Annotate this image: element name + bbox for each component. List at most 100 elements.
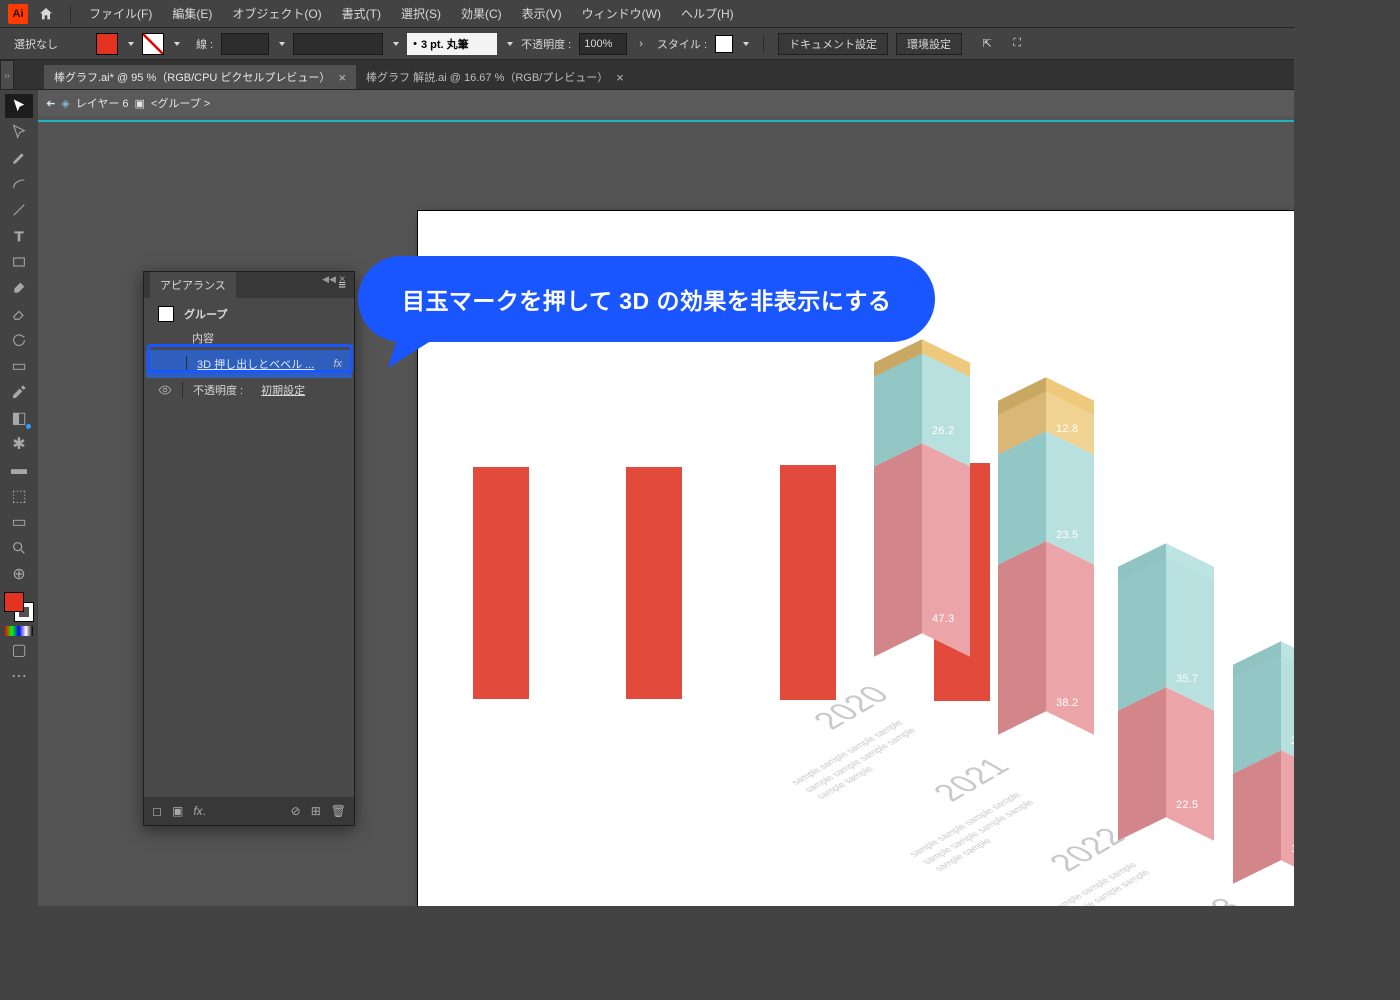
menu-window[interactable]: ウィンドウ(W) xyxy=(574,1,669,26)
appearance-effect-row[interactable]: 3D 押し出しとベベル ... fx xyxy=(148,352,350,376)
visibility-eye-icon[interactable] xyxy=(158,383,172,397)
appearance-opacity-row[interactable]: 不透明度 : 初期設定 xyxy=(144,378,354,402)
panel-collapse-icon[interactable]: ◀◀ ✕ xyxy=(322,274,346,285)
menu-file[interactable]: ファイル(F) xyxy=(81,1,160,26)
brush-preset[interactable]: • 3 pt. 丸筆 xyxy=(407,33,497,55)
visibility-eye-icon[interactable] xyxy=(162,357,176,371)
appearance-target: グループ xyxy=(144,302,354,326)
symbol-sprayer-tool[interactable]: ✱ xyxy=(5,432,33,456)
opacity-label: 不透明度 : xyxy=(521,36,571,52)
panel-collapse-icon[interactable]: ›› xyxy=(0,60,14,90)
curvature-tool[interactable] xyxy=(5,172,33,196)
selection-tool[interactable] xyxy=(5,94,33,118)
gradient-tool[interactable]: ▬ xyxy=(5,458,33,482)
line-tool[interactable] xyxy=(5,198,33,222)
pen-tool[interactable] xyxy=(5,146,33,170)
chevron-down-icon[interactable] xyxy=(279,42,285,46)
document-tab[interactable]: 棒グラフ.ai* @ 95 %（RGB/CPU ピクセルプレビュー） × xyxy=(44,65,356,89)
style-label: スタイル : xyxy=(657,36,707,52)
category-label: 2023 xyxy=(1158,893,1252,906)
hand-tool[interactable]: ⊕ xyxy=(5,562,33,586)
zoom-tool[interactable] xyxy=(5,536,33,560)
paintbrush-tool[interactable] xyxy=(5,276,33,300)
chevron-down-icon[interactable] xyxy=(128,42,134,46)
close-icon[interactable]: × xyxy=(338,70,346,85)
duplicate-icon[interactable]: ⊞ xyxy=(311,804,321,818)
separator xyxy=(763,35,764,53)
direct-selection-tool[interactable] xyxy=(5,120,33,144)
value-label: 20.1 xyxy=(1291,735,1294,747)
clear-appearance-icon[interactable]: ⊘ xyxy=(291,804,301,818)
menu-view[interactable]: 表示(V) xyxy=(514,1,570,26)
artboard-tool[interactable]: ▭ xyxy=(5,510,33,534)
rotate-tool[interactable] xyxy=(5,328,33,352)
app-logo: Ai xyxy=(8,4,28,24)
target-icon[interactable]: ▣ xyxy=(135,97,145,110)
appearance-panel[interactable]: ◀◀ ✕ アピアランス ≡ グループ 内容 3D 押し出しとベベル ... fx xyxy=(143,271,355,826)
chevron-down-icon[interactable] xyxy=(174,42,180,46)
bar-2d[interactable] xyxy=(780,465,836,700)
color-mode-bar[interactable] xyxy=(5,626,33,636)
transform-icon[interactable]: ⛶ xyxy=(1006,33,1028,55)
menu-help[interactable]: ヘルプ(H) xyxy=(673,1,742,26)
value-label: 47.3 xyxy=(932,613,954,625)
layers-icon[interactable]: ◈ xyxy=(61,97,69,110)
fill-stroke-control[interactable] xyxy=(4,592,34,622)
stroke-weight-input[interactable] xyxy=(221,33,269,55)
guide-line xyxy=(38,120,1294,122)
value-label: 26.2 xyxy=(932,425,954,437)
axis-caption: sample sample sample sample sample sampl… xyxy=(905,790,1050,874)
eyedropper-tool[interactable] xyxy=(5,380,33,404)
document-setup-button[interactable]: ドキュメント設定 xyxy=(778,33,888,55)
value-label: 23.5 xyxy=(1056,529,1078,541)
rectangle-tool[interactable] xyxy=(5,250,33,274)
thumbnail-icon xyxy=(158,306,174,322)
appearance-row-label: 内容 xyxy=(192,330,214,346)
chevron-down-icon[interactable] xyxy=(393,42,399,46)
trash-icon[interactable]: 🗑 xyxy=(331,804,346,818)
fill-swatch[interactable] xyxy=(96,33,118,55)
value-label: 38.2 xyxy=(1056,697,1078,709)
preferences-button[interactable]: 環境設定 xyxy=(896,33,962,55)
document-tab[interactable]: 棒グラフ 解説.ai @ 16.67 %（RGB/プレビュー） × xyxy=(356,65,634,89)
menu-edit[interactable]: 編集(E) xyxy=(164,1,220,26)
blend-tool[interactable]: ◧ xyxy=(5,406,33,430)
eraser-tool[interactable] xyxy=(5,302,33,326)
menu-object[interactable]: オブジェクト(O) xyxy=(224,1,329,26)
chevron-right-icon[interactable]: › xyxy=(639,38,643,50)
fill-indicator[interactable] xyxy=(4,592,24,612)
appearance-tab[interactable]: アピアランス xyxy=(150,272,236,298)
menu-select[interactable]: 選択(S) xyxy=(393,1,449,26)
menu-effect[interactable]: 効果(C) xyxy=(453,1,510,26)
menubar: Ai ファイル(F) 編集(E) オブジェクト(O) 書式(T) 選択(S) 効… xyxy=(0,0,1294,28)
align-icon[interactable]: ⇱ xyxy=(976,33,998,55)
bar-2d[interactable] xyxy=(626,467,682,699)
back-icon[interactable]: ➔ xyxy=(46,97,55,110)
appearance-target-label: グループ xyxy=(184,306,227,322)
shape-builder-tool[interactable]: ⬚ xyxy=(5,484,33,508)
stroke-dash-input[interactable] xyxy=(293,33,383,55)
new-stroke-icon[interactable]: ▣ xyxy=(172,804,183,818)
bar-2d[interactable] xyxy=(473,467,529,699)
chevron-down-icon[interactable] xyxy=(743,42,749,46)
appearance-contents-row[interactable]: 内容 xyxy=(144,326,354,350)
scale-tool[interactable]: ▭ xyxy=(5,354,33,378)
stroke-swatch[interactable] xyxy=(142,33,164,55)
edit-toolbar-icon[interactable]: ⋯ xyxy=(5,664,33,688)
close-icon[interactable]: × xyxy=(616,70,624,85)
chevron-down-icon[interactable] xyxy=(507,42,513,46)
appearance-footer: ◻ ▣ fx. ⊘ ⊞ 🗑 xyxy=(144,797,354,825)
axis-caption: sample sample sample sample sample sampl… xyxy=(787,718,932,802)
menu-type[interactable]: 書式(T) xyxy=(334,1,389,26)
screen-mode-icon[interactable]: ▢ xyxy=(5,638,33,662)
home-icon[interactable] xyxy=(38,6,54,22)
add-effect-icon[interactable]: fx. xyxy=(193,804,206,818)
type-tool[interactable] xyxy=(5,224,33,248)
canvas[interactable]: 26.2 47.3 12.8 23.5 38.2 35.7 22.5 xyxy=(38,116,1294,906)
opacity-input[interactable]: 100% xyxy=(579,33,627,55)
toolbox: ▭ ◧ ✱ ▬ ⬚ ▭ ⊕ ▢ ⋯ xyxy=(0,90,38,906)
separator xyxy=(70,5,71,23)
value-label: 12.8 xyxy=(1056,423,1078,435)
style-swatch[interactable] xyxy=(715,35,733,53)
new-fill-icon[interactable]: ◻ xyxy=(152,804,162,818)
